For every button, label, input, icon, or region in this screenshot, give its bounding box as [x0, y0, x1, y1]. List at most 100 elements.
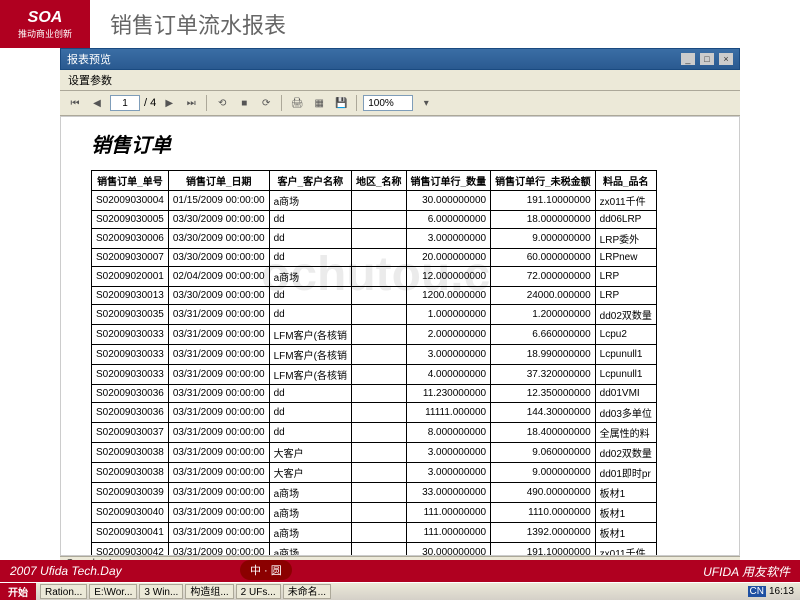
banner-left: 2007 Ufida Tech.Day	[10, 564, 122, 578]
table-cell: 9.000000000	[491, 229, 596, 249]
table-cell: 18.000000000	[491, 211, 596, 229]
table-cell: 03/31/2009 00:00:00	[168, 325, 269, 345]
table-cell: 111.00000000	[406, 523, 491, 543]
page-input[interactable]	[110, 95, 140, 111]
table-cell: S02009030006	[92, 229, 169, 249]
table-row[interactable]: S0200903003903/31/2009 00:00:00a商场33.000…	[92, 483, 657, 503]
table-cell	[351, 543, 406, 557]
first-page-button[interactable]: ⏮	[66, 94, 84, 112]
refresh-button[interactable]: ⟳	[257, 94, 275, 112]
ime-indicator[interactable]: CN	[748, 586, 766, 597]
report-area[interactable]: ochutou.c 销售订单 销售订单_单号销售订单_日期客户_客户名称地区_名…	[60, 116, 740, 556]
table-cell: 9.000000000	[491, 463, 596, 483]
table-cell: dd06LRP	[595, 211, 656, 229]
table-cell: 11111.000000	[406, 403, 491, 423]
window-titlebar[interactable]: 报表预览 _ □ ×	[60, 48, 740, 70]
table-cell: dd	[269, 287, 351, 305]
table-cell: a商场	[269, 523, 351, 543]
table-cell	[351, 463, 406, 483]
ime-widget[interactable]: 中 · 圆	[240, 560, 292, 580]
export-button[interactable]: 💾	[332, 94, 350, 112]
column-header: 地区_名称	[351, 171, 406, 191]
table-row[interactable]: S0200903000703/30/2009 00:00:00dd20.0000…	[92, 249, 657, 267]
table-row[interactable]: S0200903003503/31/2009 00:00:00dd1.00000…	[92, 305, 657, 325]
table-row[interactable]: S0200903003703/31/2009 00:00:00dd8.00000…	[92, 423, 657, 443]
table-cell: 144.30000000	[491, 403, 596, 423]
table-cell: 1110.0000000	[491, 503, 596, 523]
close-button[interactable]: ×	[719, 53, 733, 65]
table-cell	[351, 287, 406, 305]
back-button[interactable]: ⟲	[213, 94, 231, 112]
logo-sub1: 推动商业创新	[18, 27, 72, 40]
table-row[interactable]: S0200903000401/15/2009 00:00:00a商场30.000…	[92, 191, 657, 211]
table-row[interactable]: S0200903004203/31/2009 00:00:00a商场30.000…	[92, 543, 657, 557]
table-cell: dd01VMI	[595, 385, 656, 403]
column-header: 销售订单_单号	[92, 171, 169, 191]
table-cell: 37.320000000	[491, 365, 596, 385]
maximize-button[interactable]: □	[700, 53, 714, 65]
last-page-button[interactable]: ⏭	[182, 94, 200, 112]
taskbar-task[interactable]: 未命名...	[283, 584, 331, 599]
table-cell: dd	[269, 211, 351, 229]
table-cell: 18.990000000	[491, 345, 596, 365]
table-cell	[351, 249, 406, 267]
prev-page-button[interactable]: ◀	[88, 94, 106, 112]
table-cell: LRP	[595, 287, 656, 305]
table-cell: 板材1	[595, 523, 656, 543]
table-cell: S02009030038	[92, 463, 169, 483]
table-cell: S02009030042	[92, 543, 169, 557]
taskbar-task[interactable]: Ration...	[40, 584, 87, 599]
table-row[interactable]: S0200903004003/31/2009 00:00:00a商场111.00…	[92, 503, 657, 523]
table-row[interactable]: S0200903003603/31/2009 00:00:00dd11111.0…	[92, 403, 657, 423]
taskbar-task[interactable]: 2 UFs...	[236, 584, 281, 599]
table-cell: zx011千件	[595, 191, 656, 211]
table-cell: 24000.000000	[491, 287, 596, 305]
page-title: 销售订单流水报表	[110, 8, 286, 40]
table-cell: 大客户	[269, 463, 351, 483]
table-cell: 11.230000000	[406, 385, 491, 403]
zoom-input[interactable]	[363, 95, 413, 111]
table-cell: S02009030033	[92, 345, 169, 365]
table-row[interactable]: S0200903003303/31/2009 00:00:00LFM客户(各核销…	[92, 345, 657, 365]
menubar: 设置参数	[60, 70, 740, 91]
table-cell: 板材1	[595, 503, 656, 523]
start-button[interactable]: 开始	[0, 583, 36, 600]
table-row[interactable]: S0200903004103/31/2009 00:00:00a商场111.00…	[92, 523, 657, 543]
table-row[interactable]: S0200903001303/30/2009 00:00:00dd1200.00…	[92, 287, 657, 305]
zoom-dropdown[interactable]: ▾	[417, 94, 435, 112]
table-cell: a商场	[269, 503, 351, 523]
taskbar-task[interactable]: 构造组...	[185, 584, 233, 599]
taskbar-task[interactable]: 3 Win...	[139, 584, 183, 599]
table-row[interactable]: S0200903003303/31/2009 00:00:00LFM客户(各核销…	[92, 325, 657, 345]
table-cell	[351, 211, 406, 229]
table-cell: dd03多单位	[595, 403, 656, 423]
table-cell: 30.000000000	[406, 191, 491, 211]
table-cell: 03/31/2009 00:00:00	[168, 403, 269, 423]
table-row[interactable]: S0200902000102/04/2009 00:00:00a商场12.000…	[92, 267, 657, 287]
minimize-button[interactable]: _	[681, 53, 695, 65]
table-cell: S02009030013	[92, 287, 169, 305]
table-row[interactable]: S0200903003303/31/2009 00:00:00LFM客户(各核销…	[92, 365, 657, 385]
menu-settings[interactable]: 设置参数	[68, 75, 112, 87]
layout-button[interactable]: ▦	[310, 94, 328, 112]
table-cell: 33.000000000	[406, 483, 491, 503]
table-row[interactable]: S0200903000603/30/2009 00:00:00dd3.00000…	[92, 229, 657, 249]
table-cell: dd01即时pr	[595, 463, 656, 483]
stop-button[interactable]: ■	[235, 94, 253, 112]
taskbar-task[interactable]: E:\Wor...	[89, 584, 137, 599]
table-row[interactable]: S0200903003603/31/2009 00:00:00dd11.2300…	[92, 385, 657, 403]
table-row[interactable]: S0200903000503/30/2009 00:00:00dd6.00000…	[92, 211, 657, 229]
table-cell: LRP委外	[595, 229, 656, 249]
table-cell: 03/31/2009 00:00:00	[168, 423, 269, 443]
table-cell: 3.000000000	[406, 229, 491, 249]
table-cell: dd02双数量	[595, 305, 656, 325]
table-cell: 03/31/2009 00:00:00	[168, 463, 269, 483]
table-row[interactable]: S0200903003803/31/2009 00:00:00大客户3.0000…	[92, 443, 657, 463]
table-row[interactable]: S0200903003803/31/2009 00:00:00大客户3.0000…	[92, 463, 657, 483]
column-header: 销售订单行_数量	[406, 171, 491, 191]
table-cell	[351, 267, 406, 287]
table-cell: LRPnew	[595, 249, 656, 267]
system-tray[interactable]: CN 16:13	[742, 586, 800, 597]
print-button[interactable]: 🖨	[288, 94, 306, 112]
next-page-button[interactable]: ▶	[160, 94, 178, 112]
